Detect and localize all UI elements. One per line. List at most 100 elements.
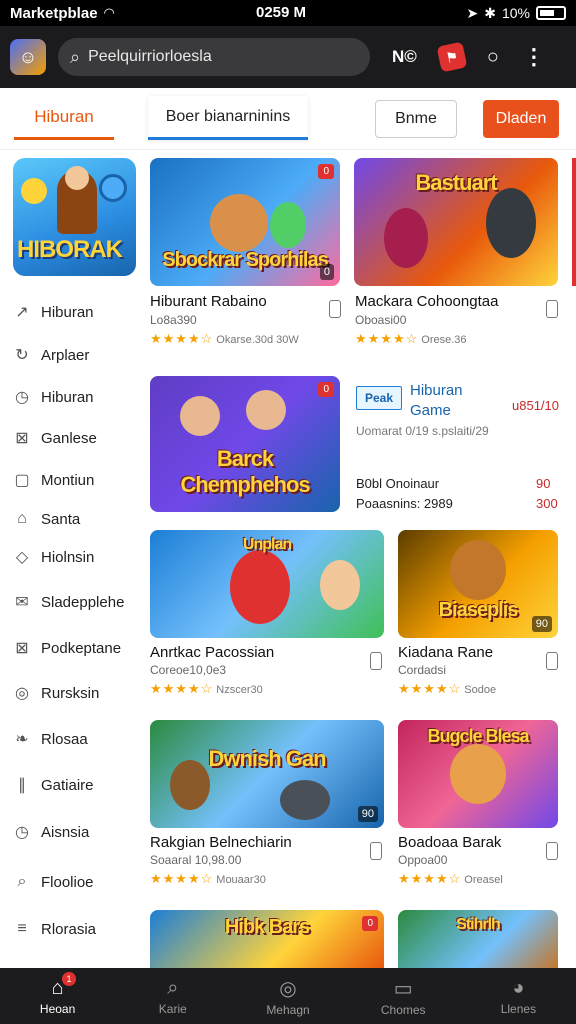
display-icon: ▭ <box>393 977 413 1000</box>
decor-controller <box>99 174 127 202</box>
game-badge-icon[interactable]: ⚑ <box>436 41 468 73</box>
sidebar-item-15[interactable]: ≡ Rlorasia <box>12 914 96 944</box>
card-subtitle: Soaaral 10,98.00 <box>150 853 242 867</box>
promo-price: u851/10 <box>512 398 559 413</box>
game-card-6-thumb[interactable]: Dwnish Gan 90 <box>150 720 384 828</box>
card-art-text: Unplan <box>242 536 292 553</box>
nav-home[interactable]: ⌂ Heoan 1 <box>0 968 115 1024</box>
promo-line-2-value: 300 <box>536 496 558 511</box>
card-art-text: Hibk Bars <box>224 916 310 938</box>
sidebar-item-4[interactable]: ⊠ Ganlese <box>12 423 97 453</box>
decor-character <box>486 188 536 258</box>
status-app-name: Marketpblae <box>10 4 98 22</box>
sidebar-item-14[interactable]: ⌕ Floolioe <box>12 867 94 897</box>
battery-icon <box>536 6 566 20</box>
circle-icon: ◎ <box>15 685 29 702</box>
download-icon[interactable] <box>370 842 382 860</box>
decor-character <box>384 208 428 268</box>
download-icon[interactable] <box>329 300 341 318</box>
sidebar-item-6[interactable]: ⌂ Santa <box>12 504 80 534</box>
bottom-navigation: ⌂ Heoan 1 ⌕ Karie ◎ Mehagn ▭ Chomes ◕ Ll… <box>0 968 576 1024</box>
game-card-8-thumb[interactable]: 0 Hibk Bars <box>150 910 384 968</box>
promo-line-1-value: 90 <box>536 476 551 491</box>
grid-icon: ⊠ <box>15 430 29 447</box>
game-card-4-thumb[interactable]: Unplan <box>150 530 384 638</box>
header-label[interactable]: N© <box>392 47 417 67</box>
sidebar-item-10[interactable]: ◎ Rursksin <box>12 678 99 708</box>
card-subtitle: Oppoa00 <box>398 853 448 867</box>
download-icon[interactable] <box>370 652 382 670</box>
card-rating: ★★★★☆ Okarse.30d 30W <box>150 331 299 346</box>
download-icon[interactable] <box>546 300 558 318</box>
sidebar-item-7[interactable]: ◇ Hiolnsin <box>12 542 95 572</box>
top-header: ☺ ⌕ N© ⚑ ○ ⋮ <box>0 26 576 88</box>
tab-secondary[interactable]: Boer bianarninins <box>148 96 308 140</box>
nav-search[interactable]: ⌕ Karie <box>115 968 230 1024</box>
sidebar-item-3[interactable]: ◷ Hiburan <box>12 382 94 412</box>
tab-hiburan[interactable]: Hiburan <box>14 96 114 140</box>
card-subtitle: Oboasi00 <box>355 313 407 327</box>
game-button[interactable]: Bnme <box>375 100 457 138</box>
nav-games[interactable]: ▭ Chomes <box>346 968 461 1024</box>
game-card-9-thumb[interactable]: Stihrlh <box>398 910 558 968</box>
game-card-1-thumb[interactable]: 0 Sbockrar Sporhilas 0 <box>150 158 340 286</box>
card-rating: ★★★★☆ Mouaar30 <box>150 871 266 886</box>
more-menu-icon[interactable]: ⋮ <box>523 44 545 70</box>
sidebar-item-2[interactable]: ↻ Arplaer <box>12 340 89 370</box>
card-badge: 0 <box>318 164 334 179</box>
card-art-text: Dwnish Gan <box>208 746 326 771</box>
card-title[interactable]: Kiadana Rane <box>398 644 493 661</box>
sidebar-banner[interactable]: HIBORAK <box>13 158 136 276</box>
sidebar-item-9[interactable]: ⊠ Podkeptane <box>12 633 121 663</box>
promo-line-1: B0bl Onoinaur <box>356 476 440 491</box>
card-tag: 0 <box>319 264 334 280</box>
download-icon[interactable] <box>546 652 558 670</box>
game-card-2-thumb[interactable]: Bastuart <box>354 158 558 286</box>
sidebar-item-13[interactable]: ◷ Aisnsia <box>12 817 89 847</box>
search-icon: ⌕ <box>17 873 27 890</box>
decor-character <box>270 202 306 248</box>
card-title[interactable]: Boadoaa Barak <box>398 834 501 851</box>
download-icon[interactable] <box>546 842 558 860</box>
nav-explore[interactable]: ◎ Mehagn <box>230 968 345 1024</box>
card-art-text: Barck Chemphehos <box>180 446 310 497</box>
sidebar-item-5[interactable]: ▢ Montiun <box>12 465 94 495</box>
sidebar-item-1[interactable]: ↗ Hiburan <box>12 297 93 327</box>
game-card-7-thumb[interactable]: Bugcle Blesa <box>398 720 558 828</box>
sidebar-item-12[interactable]: ∥ Gatiaire <box>12 770 94 800</box>
card-art-text: Bugcle Blesa <box>427 726 529 746</box>
card-rating: ★★★★☆ Oreasel <box>398 871 503 886</box>
avatar[interactable]: ☺ <box>10 39 46 75</box>
card-title[interactable]: Hiburant Rabaino <box>150 293 267 310</box>
chat-icon[interactable]: ○ <box>487 46 499 69</box>
promo-logo: Peak <box>356 386 402 410</box>
card-subtitle: Lo8a390 <box>150 313 197 327</box>
promo-title-1[interactable]: Hiburan <box>410 382 463 399</box>
card-title[interactable]: Rakgian Belnechiarin <box>150 834 292 851</box>
card-title[interactable]: Anrtkac Pacossian <box>150 644 274 661</box>
decor-character <box>246 390 286 430</box>
status-bar: Marketpblae ◠ 0259 M ➤ ✱ 10% <box>0 0 576 26</box>
sidebar-item-11[interactable]: ❧ Rlosaa <box>12 724 87 754</box>
card-subtitle: Cordadsi <box>398 663 447 677</box>
sidebar-item-8[interactable]: ✉ Sladepplehe <box>12 587 124 617</box>
promo-title-2[interactable]: Game <box>410 402 451 419</box>
search-input[interactable] <box>88 48 339 66</box>
primary-button[interactable]: Dladen <box>483 100 559 138</box>
nav-profile[interactable]: ◕ Llenes <box>461 968 576 1024</box>
decor-coin <box>21 178 47 204</box>
diamond-icon: ◇ <box>15 549 29 566</box>
card-subtitle: Coreoe10,0e3 <box>150 663 227 677</box>
card-title[interactable]: Mackara Cohoongtaa <box>355 293 498 310</box>
compass-icon: ◎ <box>279 977 297 1000</box>
search-bar[interactable]: ⌕ <box>58 38 370 76</box>
leaf-icon: ❧ <box>15 731 29 748</box>
card-rating: ★★★★☆ Sodoe <box>398 681 497 696</box>
game-card-3-thumb[interactable]: 0 Barck Chemphehos <box>150 376 340 512</box>
card-art-text: Stihrlh <box>456 916 501 933</box>
location-icon: ➤ <box>466 4 479 21</box>
banner-character <box>57 166 97 234</box>
game-card-5-thumb[interactable]: Biaseplis 90 <box>398 530 558 638</box>
promo-line-2: Poaasnins: 2989 <box>356 496 453 511</box>
user-icon: ◕ <box>512 976 525 999</box>
